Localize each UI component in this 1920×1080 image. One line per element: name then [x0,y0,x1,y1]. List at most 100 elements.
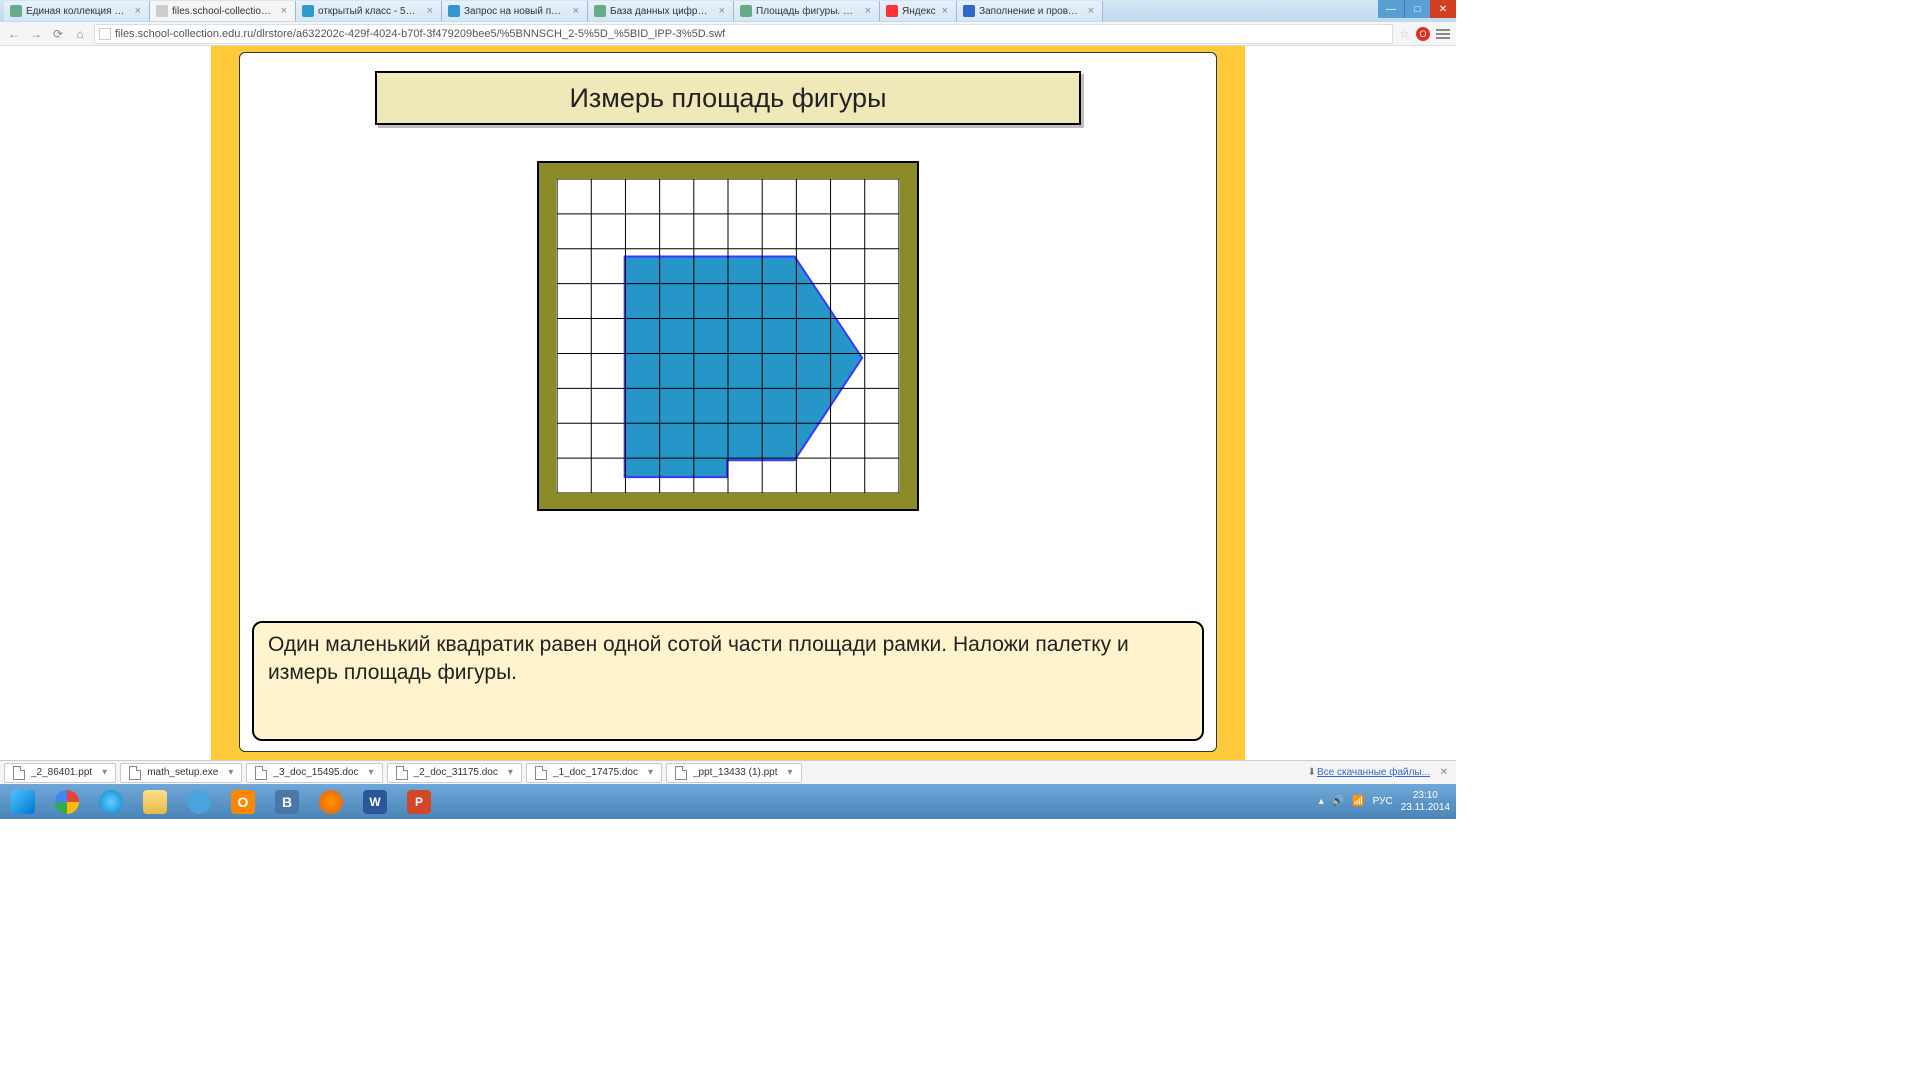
download-shelf: _2_86401.ppt▾math_setup.exe▾_3_doc_15495… [0,760,1456,784]
download-filename: math_setup.exe [147,767,218,778]
window-close-button[interactable]: ✕ [1430,0,1456,18]
download-item[interactable]: _2_doc_31175.doc ▾ [387,763,522,783]
download-menu-button[interactable]: ▾ [228,767,233,778]
file-icon [255,766,267,780]
address-bar[interactable]: files.school-collection.edu.ru/dlrstore/… [94,24,1393,44]
favicon-icon [740,5,752,17]
browser-tab[interactable]: files.school-collection.ed × [150,1,296,21]
taskbar-app-chrome[interactable] [46,786,88,817]
tray-date: 23.11.2014 [1401,802,1450,814]
tray-volume-icon[interactable]: 🔊 [1332,796,1344,807]
adblock-icon[interactable]: O [1416,27,1430,41]
favicon-icon [594,5,606,17]
download-filename: _ppt_13433 (1).ppt [693,767,778,778]
tab-close-button[interactable]: × [717,5,727,17]
taskbar-app-powerpoint[interactable]: P [398,786,440,817]
download-menu-button[interactable]: ▾ [508,767,513,778]
close-download-shelf-button[interactable]: ✕ [1440,767,1448,778]
reload-button[interactable]: ⟳ [50,26,66,42]
tray-network-icon[interactable]: 📶 [1352,796,1364,807]
tab-close-button[interactable]: × [571,5,581,17]
file-icon [129,766,141,780]
download-menu-button[interactable]: ▾ [648,767,653,778]
download-menu-button[interactable]: ▾ [368,767,373,778]
tab-title: Площадь фигуры. Квадр [756,6,859,17]
favicon-icon [448,5,460,17]
file-icon [396,766,408,780]
tab-title: files.school-collection.ed [172,6,275,17]
file-icon [13,766,25,780]
activity-card: Измерь площадь фигуры Один маленький ква… [239,52,1217,752]
browser-tab[interactable]: База данных цифровых о× [588,1,734,21]
taskbar-app-ok[interactable]: O [222,786,264,817]
instruction-text: Один маленький квадратик равен одной сот… [268,633,1129,684]
home-button[interactable]: ⌂ [72,26,88,42]
start-button[interactable] [2,786,44,817]
bookmark-star-icon[interactable]: ☆ [1399,27,1410,41]
tab-close-button[interactable]: × [1086,5,1096,17]
taskbar-app-firefox[interactable] [310,786,352,817]
forward-button[interactable]: → [28,26,44,42]
download-item[interactable]: _3_doc_15495.doc▾ [246,763,382,783]
activity-title-text: Измерь площадь фигуры [570,83,887,114]
browser-tab[interactable]: Единая коллекция Цифр × [4,1,150,21]
tab-close-button[interactable]: × [133,5,143,17]
download-menu-button[interactable]: ▾ [102,767,107,778]
download-item[interactable]: _2_86401.ppt ▾ [4,763,116,783]
system-tray[interactable]: ▴ 🔊 📶 РУС 23:10 23.11.2014 [1319,790,1450,814]
taskbar-app-explorer[interactable] [134,786,176,817]
download-filename: _2_86401.ppt [31,767,92,778]
tab-title: Единая коллекция Цифр [26,6,129,17]
windows-taskbar: O B W P ▴ 🔊 📶 РУС 23:10 23.11.2014 [0,784,1456,819]
show-all-downloads-link[interactable]: Все скачанные файлы... [1317,767,1430,778]
file-icon [675,766,687,780]
window-controls: — □ ✕ [1378,0,1456,18]
page-viewport: Измерь площадь фигуры Один маленький ква… [0,46,1456,760]
instruction-box: Один маленький квадратик равен одной сот… [252,621,1204,741]
grid-canvas[interactable] [556,179,900,493]
taskbar-app-ie[interactable] [90,786,132,817]
file-icon [535,766,547,780]
taskbar-app-vk[interactable]: B [266,786,308,817]
browser-tab[interactable]: Заполнение и проверка × [957,1,1103,21]
tray-chevron-icon[interactable]: ▴ [1319,796,1324,807]
download-item[interactable]: _ppt_13433 (1).ppt ▾ [666,763,802,783]
window-minimize-button[interactable]: — [1378,0,1404,18]
tab-close-button[interactable]: × [425,5,435,17]
tray-language[interactable]: РУС [1373,796,1393,807]
favicon-icon [156,5,168,17]
chrome-menu-button[interactable] [1436,29,1450,39]
tab-title: открытый класс - 565 ты [318,6,421,17]
browser-tab[interactable]: Яндекс × [880,1,957,21]
tab-title: Заполнение и проверка [979,6,1082,17]
window-maximize-button[interactable]: □ [1404,0,1430,18]
browser-tab[interactable]: Площадь фигуры. Квадр × [734,1,880,21]
browser-tab[interactable]: Запрос на новый парол× [442,1,588,21]
tab-close-button[interactable]: × [279,5,289,17]
download-item[interactable]: math_setup.exe ▾ [120,763,242,783]
tray-time: 23:10 [1401,790,1450,802]
tab-close-button[interactable]: × [940,5,950,17]
browser-tab[interactable]: открытый класс - 565 ты × [296,1,442,21]
grid-frame[interactable] [537,161,919,511]
back-button[interactable]: ← [6,26,22,42]
favicon-icon [302,5,314,17]
browser-toolbar: ← → ⟳ ⌂ files.school-collection.edu.ru/d… [0,22,1456,46]
grid-svg [556,179,900,493]
tab-title: Яндекс [902,6,936,17]
page-icon [99,28,111,40]
taskbar-app-media[interactable] [178,786,220,817]
browser-tab-bar: Единая коллекция Цифр×files.school-colle… [0,0,1456,22]
download-filename: _2_doc_31175.doc [414,767,498,778]
taskbar-app-word[interactable]: W [354,786,396,817]
favicon-icon [886,5,898,17]
tab-close-button[interactable]: × [863,5,873,17]
download-menu-button[interactable]: ▾ [788,767,793,778]
flash-stage: Измерь площадь фигуры Один маленький ква… [211,46,1245,760]
download-item[interactable]: _1_doc_17475.doc▾ [526,763,662,783]
favicon-icon [963,5,975,17]
download-arrow-icon: ⬇ [1308,767,1316,778]
url-text: files.school-collection.edu.ru/dlrstore/… [115,28,725,40]
favicon-icon [10,5,22,17]
tray-clock[interactable]: 23:10 23.11.2014 [1401,790,1450,814]
